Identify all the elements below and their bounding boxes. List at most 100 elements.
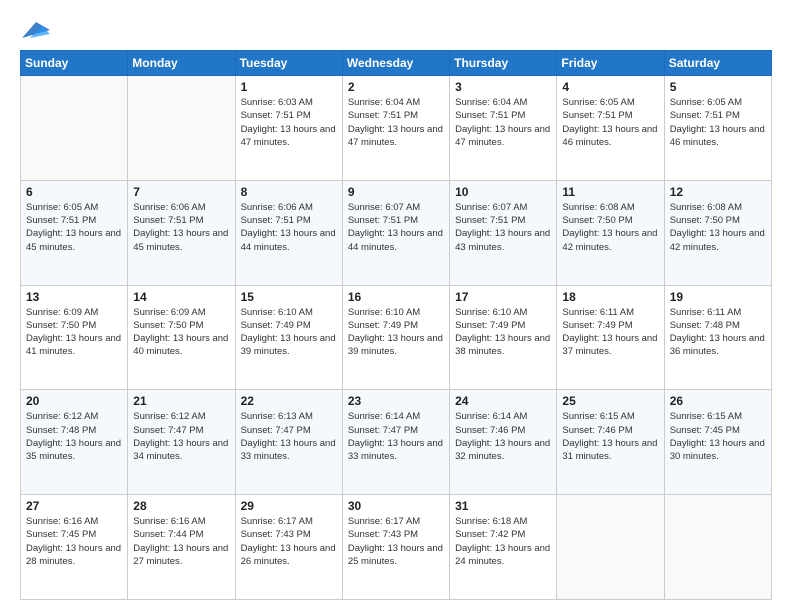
day-info: Sunrise: 6:07 AMSunset: 7:51 PMDaylight:… <box>455 201 551 254</box>
calendar-cell: 20Sunrise: 6:12 AMSunset: 7:48 PMDayligh… <box>21 390 128 495</box>
day-number: 26 <box>670 394 766 408</box>
calendar-cell: 26 Sunrise: 6:15 AMSunset: 7:45 PMDayligh… <box>664 390 771 495</box>
weekday-header-wednesday: Wednesday <box>342 51 449 76</box>
day-number: 8 <box>241 185 337 199</box>
calendar-cell: 19 Sunrise: 6:11 AMSunset: 7:48 PMDayligh… <box>664 285 771 390</box>
day-number: 31 <box>455 499 551 513</box>
calendar-cell: 4 Sunrise: 6:05 AMSunset: 7:51 PMDaylight… <box>557 76 664 181</box>
day-number: 27 <box>26 499 122 513</box>
calendar-week-row: 20Sunrise: 6:12 AMSunset: 7:48 PMDayligh… <box>21 390 772 495</box>
day-number: 28 <box>133 499 229 513</box>
day-number: 13 <box>26 290 122 304</box>
day-info: Sunrise: 6:09 AMSunset: 7:50 PMDaylight:… <box>26 306 122 359</box>
calendar-cell: 21Sunrise: 6:12 AMSunset: 7:47 PMDayligh… <box>128 390 235 495</box>
day-info: Sunrise: 6:16 AMSunset: 7:45 PMDaylight:… <box>26 515 122 568</box>
calendar-cell: 28Sunrise: 6:16 AMSunset: 7:44 PMDayligh… <box>128 495 235 600</box>
calendar-cell <box>557 495 664 600</box>
calendar-week-row: 27 Sunrise: 6:16 AMSunset: 7:45 PMDayligh… <box>21 495 772 600</box>
day-number: 15 <box>241 290 337 304</box>
day-number: 3 <box>455 80 551 94</box>
day-number: 6 <box>26 185 122 199</box>
day-info: Sunrise: 6:08 AMSunset: 7:50 PMDaylight:… <box>670 201 766 254</box>
day-info: Sunrise: 6:10 AMSunset: 7:49 PMDaylight:… <box>455 306 551 359</box>
logo <box>20 16 50 40</box>
day-number: 7 <box>133 185 229 199</box>
day-number: 17 <box>455 290 551 304</box>
calendar-cell: 27 Sunrise: 6:16 AMSunset: 7:45 PMDayligh… <box>21 495 128 600</box>
calendar-cell <box>664 495 771 600</box>
calendar-cell: 29Sunrise: 6:17 AMSunset: 7:43 PMDayligh… <box>235 495 342 600</box>
day-info: Sunrise: 6:13 AMSunset: 7:47 PMDaylight:… <box>241 410 337 463</box>
calendar-cell: 18 Sunrise: 6:11 AMSunset: 7:49 PMDayligh… <box>557 285 664 390</box>
day-info: Sunrise: 6:10 AMSunset: 7:49 PMDaylight:… <box>241 306 337 359</box>
day-info: Sunrise: 6:04 AMSunset: 7:51 PMDaylight:… <box>455 96 551 149</box>
calendar-cell: 23Sunrise: 6:14 AMSunset: 7:47 PMDayligh… <box>342 390 449 495</box>
day-info: Sunrise: 6:09 AMSunset: 7:50 PMDaylight:… <box>133 306 229 359</box>
day-number: 10 <box>455 185 551 199</box>
day-info: Sunrise: 6:11 AMSunset: 7:49 PMDaylight:… <box>562 306 658 359</box>
day-number: 22 <box>241 394 337 408</box>
day-info: Sunrise: 6:05 AMSunset: 7:51 PMDaylight:… <box>562 96 658 149</box>
calendar-cell: 16 Sunrise: 6:10 AMSunset: 7:49 PMDayligh… <box>342 285 449 390</box>
day-number: 18 <box>562 290 658 304</box>
day-number: 25 <box>562 394 658 408</box>
day-info: Sunrise: 6:11 AMSunset: 7:48 PMDaylight:… <box>670 306 766 359</box>
day-info: Sunrise: 6:06 AMSunset: 7:51 PMDaylight:… <box>133 201 229 254</box>
weekday-header-thursday: Thursday <box>450 51 557 76</box>
calendar-cell: 9Sunrise: 6:07 AMSunset: 7:51 PMDaylight… <box>342 180 449 285</box>
day-number: 21 <box>133 394 229 408</box>
header <box>20 16 772 40</box>
calendar-cell <box>128 76 235 181</box>
calendar-cell: 13 Sunrise: 6:09 AMSunset: 7:50 PMDayligh… <box>21 285 128 390</box>
weekday-header-saturday: Saturday <box>664 51 771 76</box>
logo-icon <box>22 16 50 44</box>
day-number: 19 <box>670 290 766 304</box>
day-info: Sunrise: 6:17 AMSunset: 7:43 PMDaylight:… <box>348 515 444 568</box>
day-number: 30 <box>348 499 444 513</box>
calendar-cell: 25 Sunrise: 6:15 AMSunset: 7:46 PMDayligh… <box>557 390 664 495</box>
day-number: 20 <box>26 394 122 408</box>
calendar-cell: 30 Sunrise: 6:17 AMSunset: 7:43 PMDayligh… <box>342 495 449 600</box>
day-info: Sunrise: 6:15 AMSunset: 7:46 PMDaylight:… <box>562 410 658 463</box>
calendar-cell: 6 Sunrise: 6:05 AMSunset: 7:51 PMDaylight… <box>21 180 128 285</box>
calendar-cell: 24 Sunrise: 6:14 AMSunset: 7:46 PMDayligh… <box>450 390 557 495</box>
day-number: 4 <box>562 80 658 94</box>
calendar-cell <box>21 76 128 181</box>
day-info: Sunrise: 6:07 AMSunset: 7:51 PMDaylight:… <box>348 201 444 254</box>
calendar-cell: 2Sunrise: 6:04 AMSunset: 7:51 PMDaylight… <box>342 76 449 181</box>
calendar-week-row: 1Sunrise: 6:03 AMSunset: 7:51 PMDaylight… <box>21 76 772 181</box>
calendar-week-row: 13 Sunrise: 6:09 AMSunset: 7:50 PMDayligh… <box>21 285 772 390</box>
day-info: Sunrise: 6:15 AMSunset: 7:45 PMDaylight:… <box>670 410 766 463</box>
calendar-cell: 7 Sunrise: 6:06 AMSunset: 7:51 PMDaylight… <box>128 180 235 285</box>
day-number: 12 <box>670 185 766 199</box>
day-info: Sunrise: 6:14 AMSunset: 7:46 PMDaylight:… <box>455 410 551 463</box>
calendar-cell: 15 Sunrise: 6:10 AMSunset: 7:49 PMDayligh… <box>235 285 342 390</box>
calendar-cell: 11Sunrise: 6:08 AMSunset: 7:50 PMDayligh… <box>557 180 664 285</box>
calendar-table: SundayMondayTuesdayWednesdayThursdayFrid… <box>20 50 772 600</box>
day-info: Sunrise: 6:10 AMSunset: 7:49 PMDaylight:… <box>348 306 444 359</box>
calendar-cell: 31 Sunrise: 6:18 AMSunset: 7:42 PMDayligh… <box>450 495 557 600</box>
calendar-cell: 5 Sunrise: 6:05 AMSunset: 7:51 PMDaylight… <box>664 76 771 181</box>
day-info: Sunrise: 6:18 AMSunset: 7:42 PMDaylight:… <box>455 515 551 568</box>
day-info: Sunrise: 6:14 AMSunset: 7:47 PMDaylight:… <box>348 410 444 463</box>
calendar-cell: 1Sunrise: 6:03 AMSunset: 7:51 PMDaylight… <box>235 76 342 181</box>
day-info: Sunrise: 6:05 AMSunset: 7:51 PMDaylight:… <box>670 96 766 149</box>
day-number: 5 <box>670 80 766 94</box>
calendar-week-row: 6 Sunrise: 6:05 AMSunset: 7:51 PMDaylight… <box>21 180 772 285</box>
day-info: Sunrise: 6:17 AMSunset: 7:43 PMDaylight:… <box>241 515 337 568</box>
calendar-cell: 10 Sunrise: 6:07 AMSunset: 7:51 PMDayligh… <box>450 180 557 285</box>
weekday-header-sunday: Sunday <box>21 51 128 76</box>
day-info: Sunrise: 6:06 AMSunset: 7:51 PMDaylight:… <box>241 201 337 254</box>
weekday-header-monday: Monday <box>128 51 235 76</box>
calendar-cell: 17 Sunrise: 6:10 AMSunset: 7:49 PMDayligh… <box>450 285 557 390</box>
day-number: 2 <box>348 80 444 94</box>
calendar-cell: 22 Sunrise: 6:13 AMSunset: 7:47 PMDayligh… <box>235 390 342 495</box>
day-number: 24 <box>455 394 551 408</box>
calendar-cell: 3 Sunrise: 6:04 AMSunset: 7:51 PMDaylight… <box>450 76 557 181</box>
day-info: Sunrise: 6:05 AMSunset: 7:51 PMDaylight:… <box>26 201 122 254</box>
weekday-header-tuesday: Tuesday <box>235 51 342 76</box>
day-number: 16 <box>348 290 444 304</box>
calendar-cell: 14Sunrise: 6:09 AMSunset: 7:50 PMDayligh… <box>128 285 235 390</box>
day-number: 1 <box>241 80 337 94</box>
calendar-cell: 8 Sunrise: 6:06 AMSunset: 7:51 PMDaylight… <box>235 180 342 285</box>
